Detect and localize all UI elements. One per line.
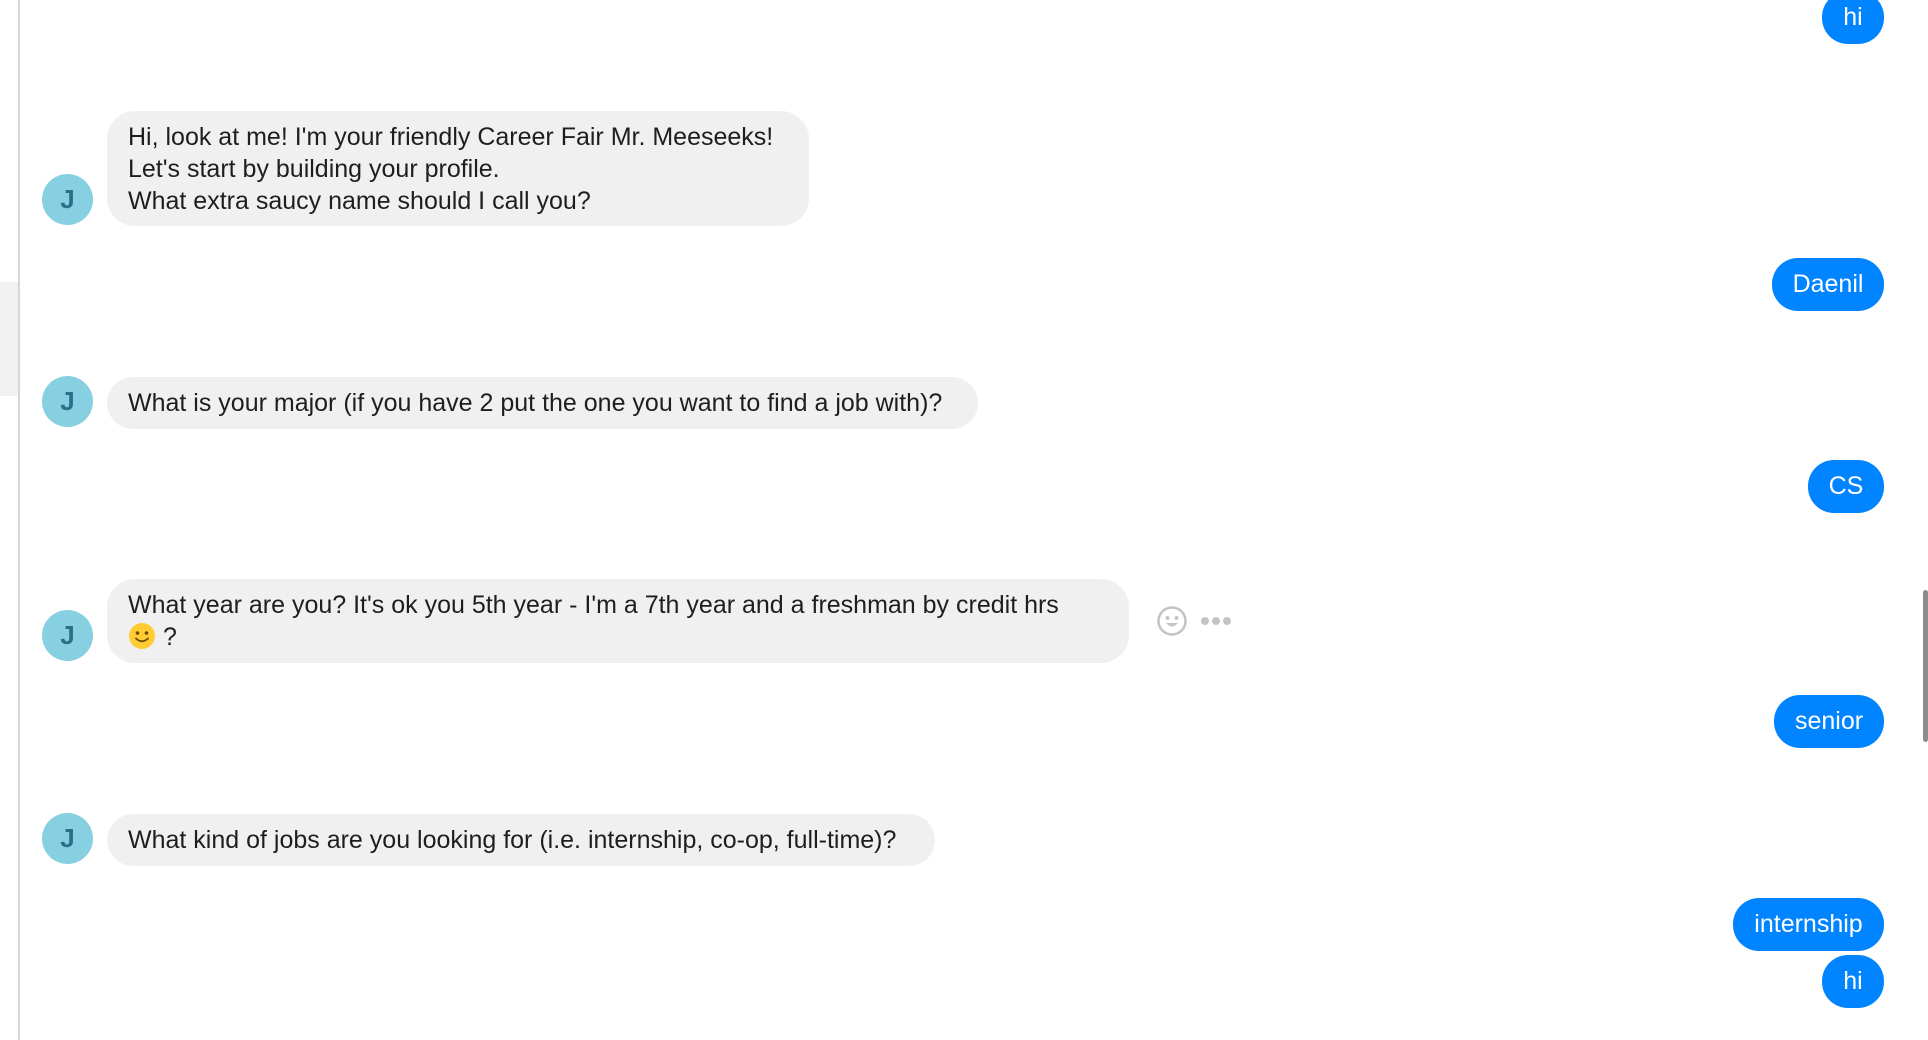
more-options-icon[interactable] — [1200, 615, 1232, 627]
bot-message[interactable]: What year are you? It's ok you 5th year … — [107, 579, 1129, 663]
bot-message[interactable]: What is your major (if you have 2 put th… — [107, 377, 978, 429]
scrollbar-thumb[interactable] — [1923, 590, 1928, 742]
bot-avatar: J — [42, 813, 93, 864]
bot-avatar: J — [42, 376, 93, 427]
message-line: Let's start by building your profile. — [128, 155, 500, 183]
bot-avatar: J — [42, 174, 93, 225]
user-message[interactable]: internship — [1733, 898, 1884, 951]
user-message[interactable]: CS — [1808, 460, 1884, 513]
smiling-face-icon — [129, 623, 155, 649]
bot-message[interactable]: What kind of jobs are you looking for (i… — [107, 814, 935, 866]
chat-window: hi J Hi, look at me! I'm your friendly C… — [0, 0, 1928, 1040]
bot-avatar: J — [42, 610, 93, 661]
user-message[interactable]: Daenil — [1772, 258, 1884, 311]
message-line: Hi, look at me! I'm your friendly Career… — [128, 123, 774, 151]
user-message[interactable]: hi — [1822, 955, 1884, 1008]
bot-message[interactable]: Hi, look at me! I'm your friendly Career… — [107, 111, 809, 226]
user-message[interactable]: senior — [1774, 695, 1884, 748]
message-line: ? — [128, 621, 1101, 653]
message-line: What year are you? It's ok you 5th year … — [128, 591, 1059, 619]
message-line: What extra saucy name should I call you? — [128, 187, 591, 215]
react-smiley-icon[interactable] — [1156, 605, 1188, 637]
user-message[interactable]: hi — [1822, 0, 1884, 44]
message-line: What kind of jobs are you looking for (i… — [128, 826, 897, 854]
message-line: What is your major (if you have 2 put th… — [128, 389, 943, 417]
sidebar-divider — [18, 0, 20, 1040]
message-line-suffix: ? — [162, 623, 177, 651]
message-hover-actions — [1156, 603, 1232, 639]
sidebar-collapse-tab[interactable] — [0, 282, 18, 396]
